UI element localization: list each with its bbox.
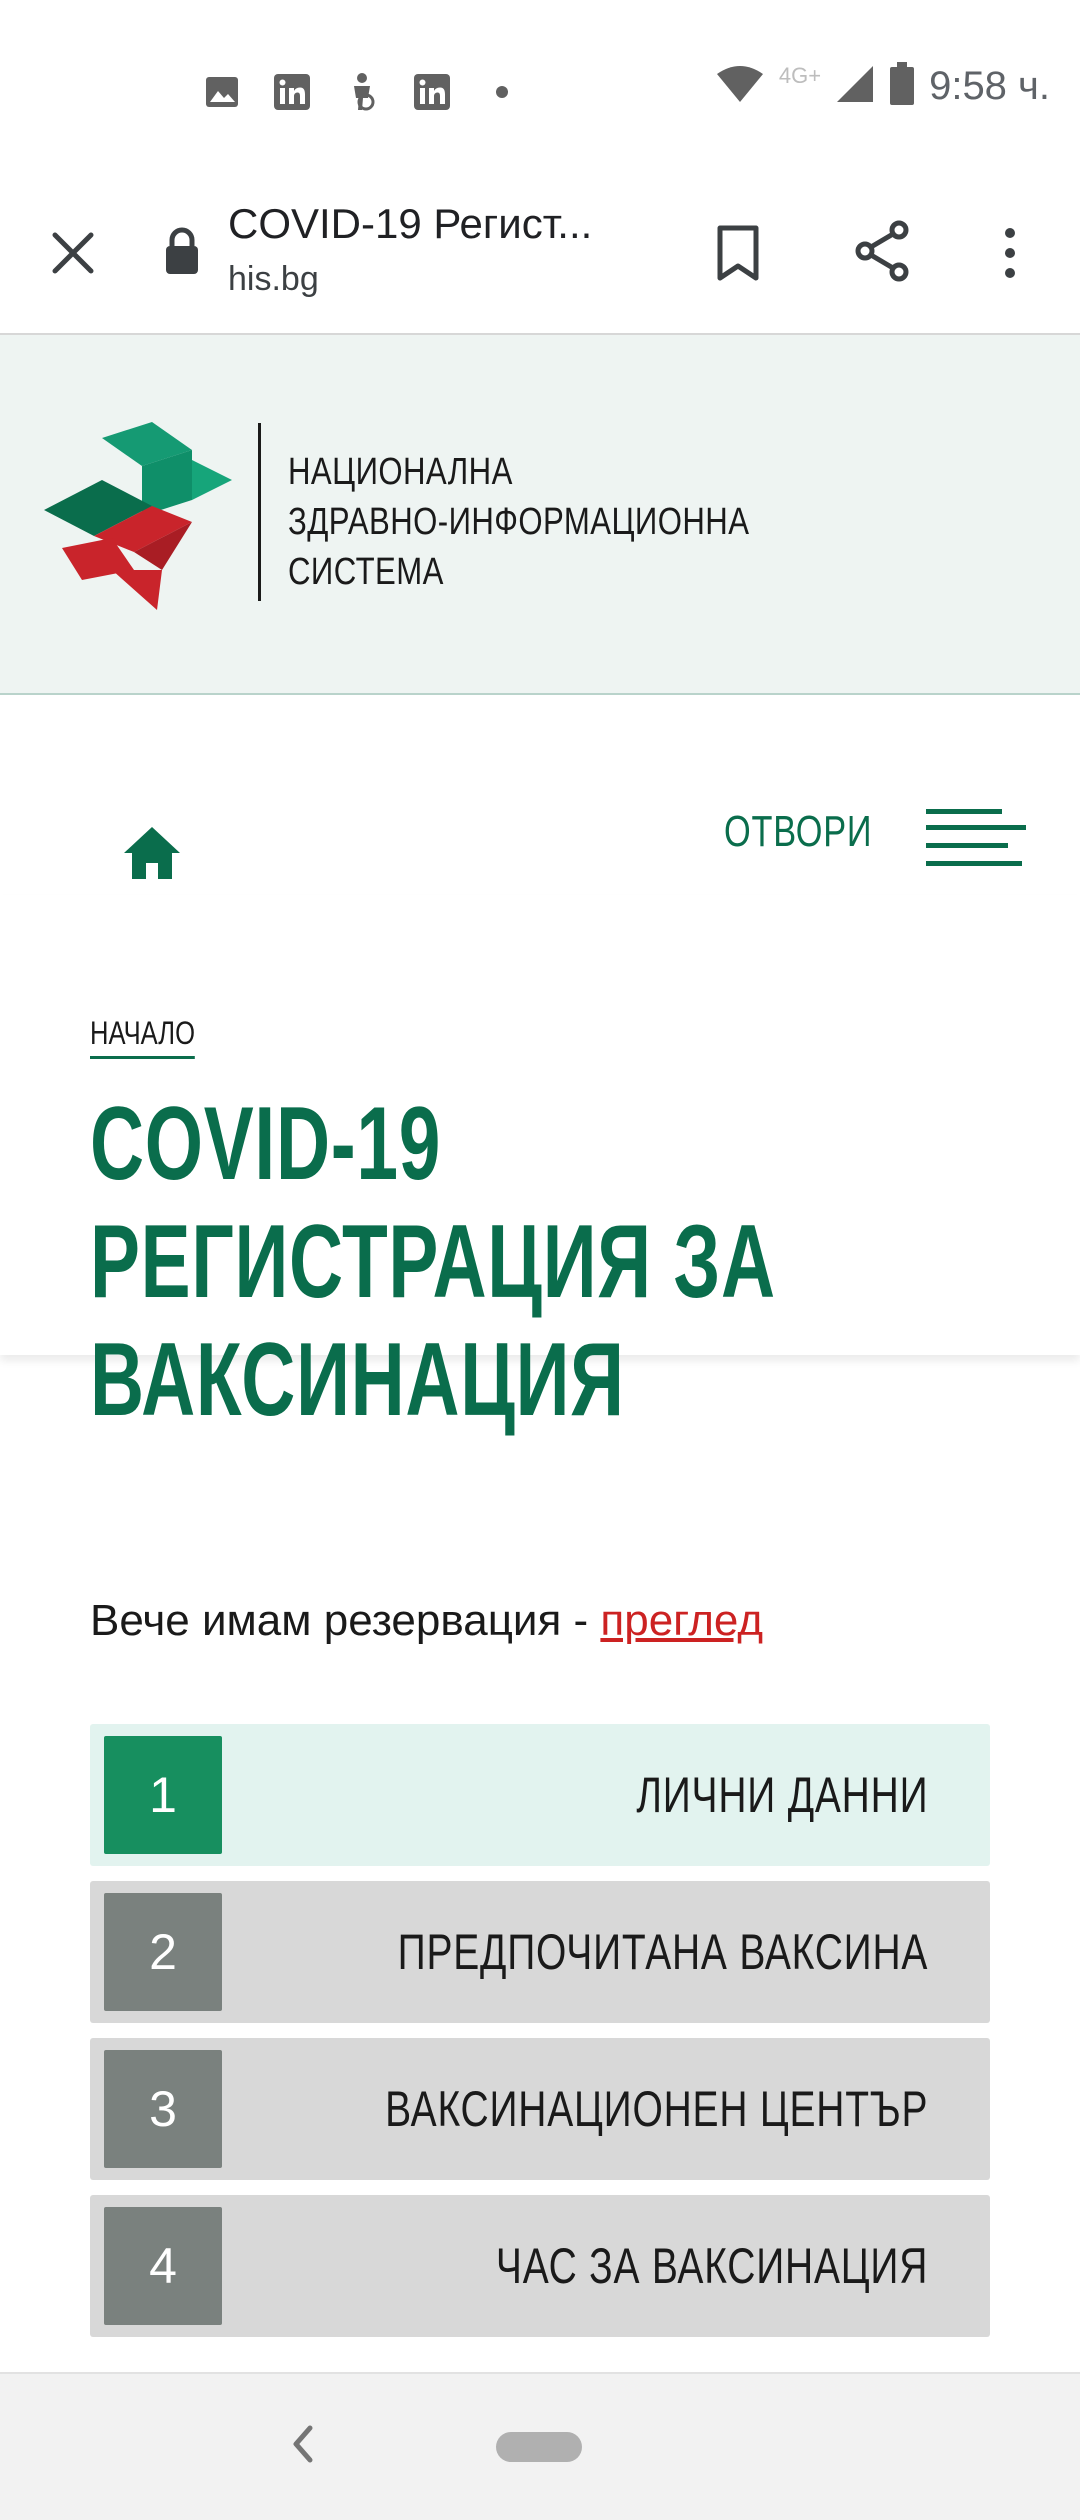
step-vaccination-center[interactable]: 3 ВАКСИНАЦИОНЕН ЦЕНТЪР [90, 2038, 990, 2180]
registration-steps: 1 ЛИЧНИ ДАННИ 2 ПРЕДПОЧИТАНА ВАКСИНА 3 В… [90, 1724, 990, 2352]
logo-divider [258, 423, 261, 601]
clock: 9:58 ч. [929, 64, 1050, 108]
step-vaccination-time[interactable]: 4 ЧАС ЗА ВАКСИНАЦИЯ [90, 2195, 990, 2337]
page-heading: НАЧАЛО COVID-19 РЕГИСТРАЦИЯ ЗА ВАКСИНАЦИ… [0, 895, 1080, 1438]
lock-icon[interactable] [162, 226, 202, 278]
org-name-line-2: ЗДРАВНО-ИНФОРМАЦИОННА [288, 501, 750, 543]
page-url: his.bg [228, 260, 319, 298]
org-name-line-1: НАЦИОНАЛНА [288, 451, 513, 493]
home-icon[interactable] [122, 825, 186, 885]
share-icon[interactable] [848, 216, 918, 286]
nhis-logo[interactable] [42, 420, 232, 610]
org-name-line-3: СИСТЕМА [288, 551, 444, 593]
step-personal-data[interactable]: 1 ЛИЧНИ ДАННИ [90, 1724, 990, 1866]
organization-name: НАЦИОНАЛНА ЗДРАВНО-ИНФОРМАЦИОННА СИСТЕМА [288, 447, 749, 597]
status-bar: 4G+ 9:58 ч. [0, 0, 1080, 190]
home-gesture-pill[interactable] [496, 2432, 582, 2462]
step-number: 4 [104, 2207, 222, 2325]
step-number: 3 [104, 2050, 222, 2168]
step-preferred-vaccine[interactable]: 2 ПРЕДПОЧИТАНА ВАКСИНА [90, 1881, 990, 2023]
step-label: ВАКСИНАЦИОНЕН ЦЕНТЪР [384, 2081, 928, 2137]
dot-icon [480, 70, 524, 114]
step-label: ЛИЧНИ ДАННИ [635, 1767, 928, 1823]
close-icon[interactable] [40, 220, 106, 286]
system-indicators: 4G+ 9:58 ч. [715, 62, 1050, 111]
open-menu-link[interactable]: ОТВОРИ [724, 807, 872, 857]
page-tab-title: COVID-19 Регист... [228, 200, 593, 247]
step-number: 1 [104, 1736, 222, 1854]
more-options-icon[interactable] [990, 218, 1030, 288]
bookmark-icon[interactable] [706, 218, 770, 288]
notification-icons [200, 70, 524, 114]
step-number: 2 [104, 1893, 222, 2011]
review-link[interactable]: преглед [600, 1596, 763, 1645]
battery-icon [889, 62, 915, 111]
reservation-line: Вече имам резервация - преглед [90, 1596, 763, 1646]
system-navigation-bar [0, 2372, 1080, 2520]
accessibility-icon [340, 70, 384, 114]
linkedin-icon [410, 70, 454, 114]
step-label: ЧАС ЗА ВАКСИНАЦИЯ [495, 2238, 928, 2294]
wifi-icon [715, 64, 765, 109]
image-icon [200, 70, 244, 114]
signal-icon [835, 64, 875, 109]
site-nav: ОТВОРИ [0, 695, 1080, 895]
back-icon[interactable] [282, 2416, 322, 2472]
browser-toolbar: COVID-19 Регист... his.bg [0, 190, 1080, 335]
hamburger-menu-icon[interactable] [926, 805, 1026, 871]
network-type: 4G+ [778, 62, 822, 88]
breadcrumb-home[interactable]: НАЧАЛО [90, 1015, 195, 1059]
step-label: ПРЕДПОЧИТАНА ВАКСИНА [397, 1924, 928, 1980]
linkedin-icon [270, 70, 314, 114]
reservation-text: Вече имам резервация - [90, 1596, 601, 1645]
site-header: НАЦИОНАЛНА ЗДРАВНО-ИНФОРМАЦИОННА СИСТЕМА [0, 335, 1080, 695]
page-title: COVID-19 РЕГИСТРАЦИЯ ЗА ВАКСИНАЦИЯ [90, 1086, 776, 1438]
